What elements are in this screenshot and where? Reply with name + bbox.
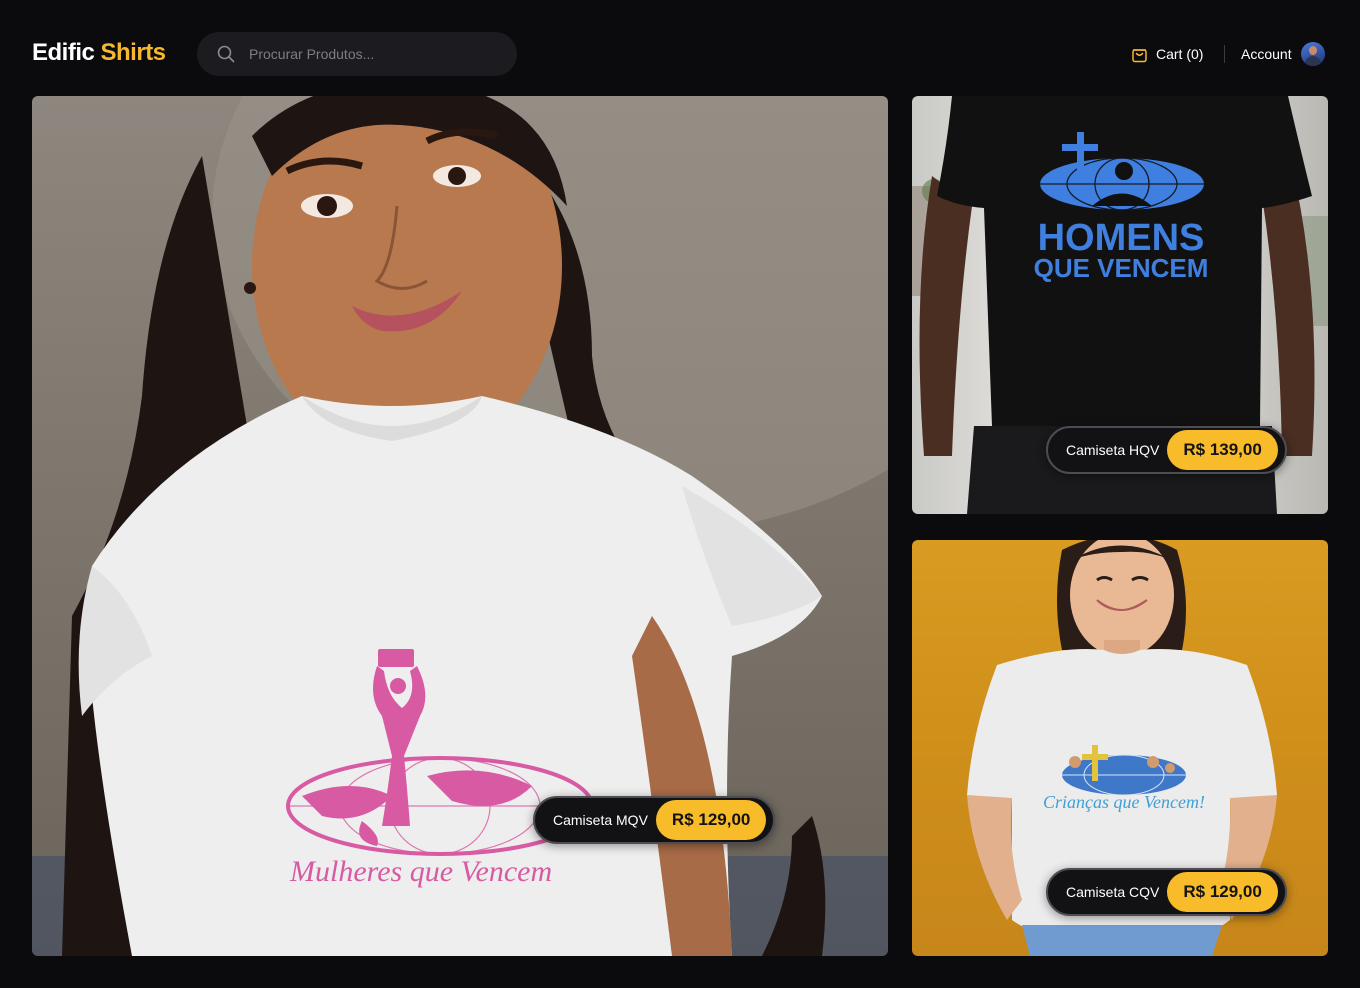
product-pill-hqv[interactable]: Camiseta HQV R$ 139,00 [1046, 426, 1287, 474]
search-input[interactable] [247, 32, 507, 76]
brand-name-accent: Shirts [100, 39, 167, 66]
shirt-print-text-cqv: Crianças que Vencem! [1043, 792, 1205, 812]
cart-button[interactable]: Cart (0) [1131, 44, 1203, 64]
product-name-cqv: Camiseta CQV [1066, 884, 1160, 900]
header-divider [1224, 45, 1225, 63]
shirt-print-line2-hqv: QUE VENCEM [1034, 253, 1209, 283]
shirt-print-text-mqv: Mulheres que Vencem [289, 855, 552, 888]
account-label: Account [1241, 46, 1292, 62]
brand-logo[interactable]: Edific Shirts [32, 38, 166, 68]
product-pill-mqv[interactable]: Camiseta MQV R$ 129,00 [533, 796, 775, 844]
product-price-cqv: R$ 129,00 [1167, 872, 1278, 912]
brand-name-primary: Edific [32, 39, 95, 66]
search-icon [217, 45, 235, 63]
avatar[interactable] [1300, 42, 1325, 66]
product-name-hqv: Camiseta HQV [1066, 442, 1160, 458]
shopping-bag-icon [1132, 48, 1147, 62]
product-name-mqv: Camiseta MQV [553, 812, 648, 828]
search-bar[interactable] [197, 32, 517, 76]
site-header: Edific Shirts Cart (0) Account [0, 0, 1360, 96]
product-price-hqv: R$ 139,00 [1167, 430, 1278, 470]
product-pill-cqv[interactable]: Camiseta CQV R$ 129,00 [1046, 868, 1287, 916]
cart-label: Cart (0) [1156, 46, 1204, 62]
product-price-mqv: R$ 129,00 [655, 800, 767, 840]
account-button[interactable]: Account [1241, 42, 1325, 66]
